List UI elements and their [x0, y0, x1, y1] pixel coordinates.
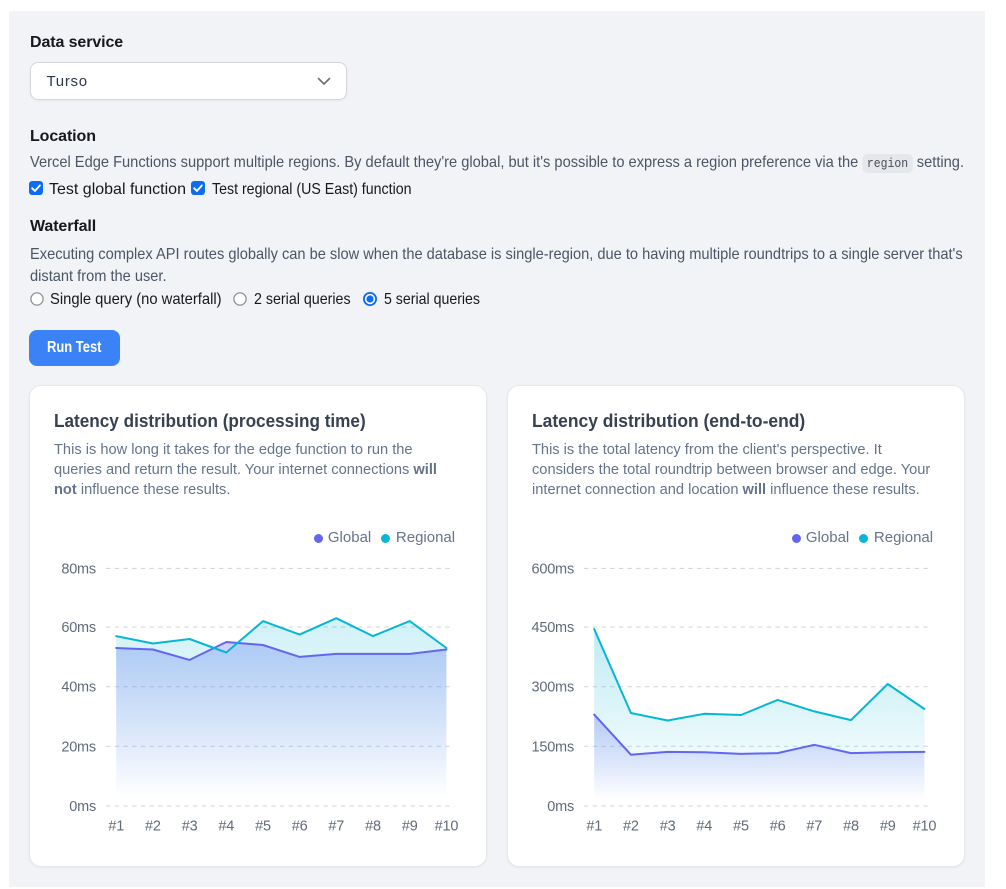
svg-text:0ms: 0ms: [69, 799, 96, 815]
svg-text:60ms: 60ms: [61, 620, 96, 636]
svg-text:20ms: 20ms: [61, 739, 96, 755]
svg-text:#5: #5: [255, 819, 271, 835]
svg-text:#3: #3: [182, 819, 198, 835]
svg-text:40ms: 40ms: [61, 680, 96, 696]
svg-text:#9: #9: [880, 819, 896, 835]
svg-text:#8: #8: [365, 819, 381, 835]
svg-text:#9: #9: [402, 819, 418, 835]
svg-text:#4: #4: [696, 819, 712, 835]
svg-text:#10: #10: [435, 819, 459, 835]
svg-text:#2: #2: [623, 819, 639, 835]
svg-text:#5: #5: [733, 819, 749, 835]
svg-text:300ms: 300ms: [531, 680, 574, 696]
svg-text:#3: #3: [660, 819, 676, 835]
svg-text:80ms: 80ms: [61, 561, 96, 577]
svg-text:#4: #4: [218, 819, 234, 835]
svg-text:#1: #1: [108, 819, 124, 835]
svg-text:#7: #7: [328, 819, 344, 835]
svg-text:450ms: 450ms: [531, 620, 574, 636]
svg-text:#1: #1: [586, 819, 602, 835]
svg-text:0ms: 0ms: [547, 799, 574, 815]
svg-text:#6: #6: [770, 819, 786, 835]
svg-text:#8: #8: [843, 819, 859, 835]
svg-text:#2: #2: [145, 819, 161, 835]
svg-text:#10: #10: [913, 819, 937, 835]
svg-text:#6: #6: [292, 819, 308, 835]
svg-text:150ms: 150ms: [531, 739, 574, 755]
svg-text:600ms: 600ms: [531, 561, 574, 577]
svg-text:#7: #7: [806, 819, 822, 835]
